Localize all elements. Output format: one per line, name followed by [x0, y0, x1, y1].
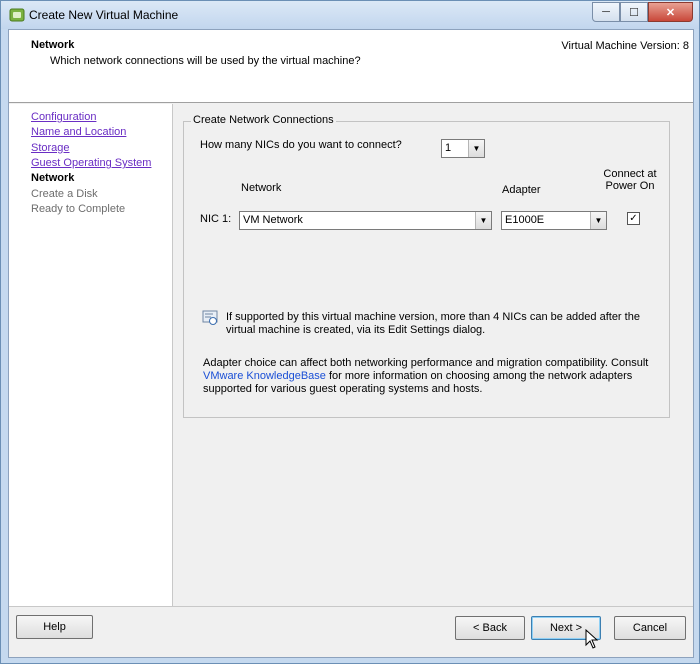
close-button[interactable]: ✕ — [648, 2, 693, 22]
nic-count-select[interactable]: 1 ▼ — [441, 139, 485, 158]
connect-column-header: Connect at Power On — [600, 168, 660, 192]
info-icon — [202, 310, 218, 325]
title-bar[interactable]: Create New Virtual Machine ─ ☐ ✕ — [1, 1, 699, 29]
step-storage[interactable]: Storage — [31, 142, 70, 154]
minimize-button[interactable]: ─ — [592, 2, 620, 22]
vmware-kb-link[interactable]: VMware KnowledgeBase — [203, 370, 326, 382]
page-subtitle: Which network connections will be used b… — [50, 55, 361, 67]
back-button[interactable]: < Back — [455, 616, 525, 640]
wizard-client: Network Which network connections will b… — [8, 29, 694, 658]
network-connections-group: Create Network Connections How many NICs… — [183, 114, 670, 418]
network-value: VM Network — [243, 214, 303, 226]
step-configuration[interactable]: Configuration — [31, 111, 96, 123]
step-network: Network — [31, 172, 75, 184]
wizard-header: Network Which network connections will b… — [9, 30, 693, 103]
page-title: Network — [31, 39, 75, 51]
chevron-down-icon: ▼ — [475, 212, 491, 229]
cancel-button[interactable]: Cancel — [614, 616, 686, 640]
group-legend: Create Network Connections — [191, 114, 336, 126]
wizard-content: Create Network Connections How many NICs… — [173, 104, 693, 606]
vsphere-app-icon — [9, 8, 25, 22]
connect-at-power-on-checkbox[interactable]: ✓ — [627, 212, 640, 225]
nic-row-label: NIC 1: — [200, 213, 232, 225]
adapter-column-header: Adapter — [502, 184, 541, 196]
step-ready-to-complete: Ready to Complete — [31, 203, 126, 215]
step-create-disk: Create a Disk — [31, 188, 98, 200]
chevron-down-icon: ▼ — [590, 212, 606, 229]
adapter-info-line2: VMware KnowledgeBase for more informatio… — [203, 370, 663, 383]
wizard-steps: Configuration Name and Location Storage … — [9, 104, 173, 607]
wizard-window: Create New Virtual Machine ─ ☐ ✕ Network… — [0, 0, 700, 664]
maximize-button[interactable]: ☐ — [620, 2, 648, 22]
nic-info-line2: virtual machine is created, via its Edit… — [226, 324, 486, 336]
help-button[interactable]: Help — [16, 615, 93, 639]
adapter-info-line1: Adapter choice can affect both networkin… — [203, 357, 649, 369]
nic-info-line1: If supported by this virtual machine ver… — [226, 311, 640, 323]
step-name-and-location[interactable]: Name and Location — [31, 126, 126, 138]
adapter-value: E1000E — [505, 214, 545, 226]
adapter-info-line3: supported for various guest operating sy… — [203, 383, 483, 395]
adapter-select[interactable]: E1000E ▼ — [501, 211, 607, 230]
network-column-header: Network — [241, 182, 282, 194]
connect-header-line2: Power On — [605, 180, 655, 192]
footer-divider — [9, 606, 693, 607]
nic-count-question: How many NICs do you want to connect? — [200, 139, 402, 151]
network-select[interactable]: VM Network ▼ — [239, 211, 492, 230]
window-title: Create New Virtual Machine — [29, 8, 179, 22]
connect-header-line1: Connect at — [603, 168, 657, 180]
nic-info-text: If supported by this virtual machine ver… — [226, 311, 656, 337]
nic-count-value: 1 — [445, 142, 452, 154]
adapter-choice-text: Adapter choice can affect both networkin… — [203, 357, 663, 396]
window-controls: ─ ☐ ✕ — [592, 2, 693, 22]
chevron-down-icon: ▼ — [468, 140, 484, 157]
mouse-pointer-icon — [585, 629, 599, 649]
vm-version-label: Virtual Machine Version: 8 — [561, 40, 689, 52]
adapter-info-line2-rest: for more information on choosing among t… — [325, 370, 633, 382]
step-guest-os[interactable]: Guest Operating System — [31, 157, 151, 169]
